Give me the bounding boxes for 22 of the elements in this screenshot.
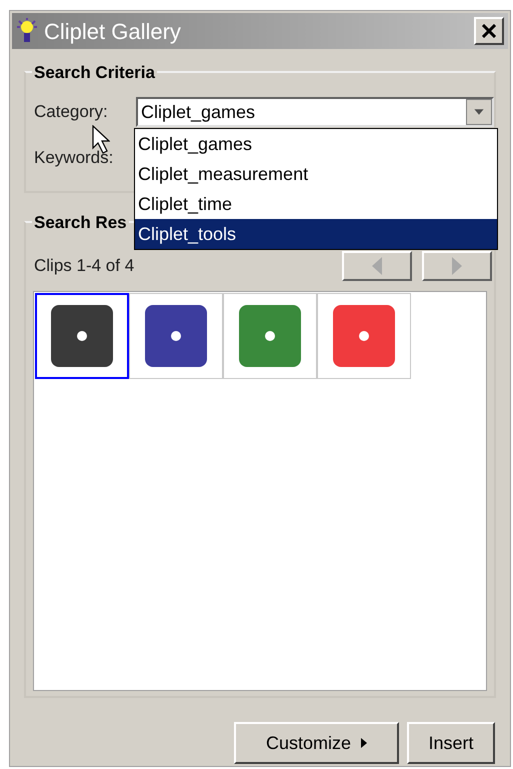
close-icon [482,24,496,38]
caret-down-icon [466,99,492,125]
die-icon [144,304,208,368]
die-icon [50,304,114,368]
customize-button[interactable]: Customize [234,722,399,764]
arrow-left-icon [372,257,382,275]
field-label: Keywords: [34,147,114,169]
clip-thumbnail[interactable] [35,293,129,379]
field-label: Category: [34,101,109,124]
results-count: Clips 1-4 of 4 [34,255,134,278]
category-dropdown[interactable]: Cliplet_games [136,97,494,127]
previous-button[interactable] [342,251,412,281]
dropdown-option[interactable]: Cliplet_tools [135,219,497,249]
arrow-right-icon [452,257,462,275]
arrow-right-icon [361,738,368,748]
close-button[interactable] [474,17,504,45]
window-title: Cliplet Gallery [44,18,181,46]
next-button[interactable] [422,251,492,281]
lightbulb-icon [16,18,38,44]
die-icon [238,304,302,368]
die-icon [332,304,396,368]
insert-button[interactable]: Insert [407,722,495,764]
